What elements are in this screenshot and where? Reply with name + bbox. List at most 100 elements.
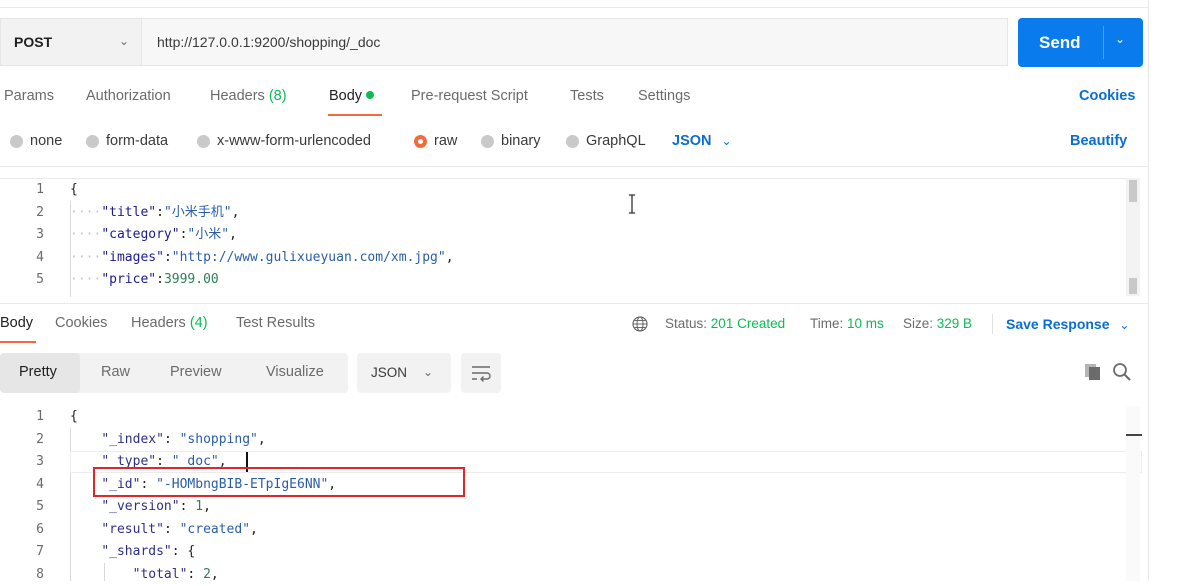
tab-tests[interactable]: Tests <box>570 88 604 104</box>
request-scrollbar[interactable] <box>1126 178 1140 296</box>
radio-none[interactable]: none <box>10 133 62 149</box>
code-line: "_version": 1, <box>70 496 336 519</box>
line-number: 2 <box>0 202 44 225</box>
url-input[interactable]: http://127.0.0.1:9200/shopping/_doc <box>142 18 1008 66</box>
response-tab-body[interactable]: Body <box>0 315 33 331</box>
wrap-lines-icon <box>461 353 501 393</box>
response-format-select[interactable]: JSON ⌄ <box>357 353 451 393</box>
globe-icon[interactable] <box>632 316 648 332</box>
response-divider <box>0 303 1148 304</box>
time-value: 10 ms <box>847 316 884 331</box>
radio-circle-icon <box>566 135 579 148</box>
json-key: "category" <box>101 227 179 242</box>
top-divider <box>0 7 1148 8</box>
section-divider <box>0 166 1148 167</box>
json-value: "created" <box>180 522 250 537</box>
copy-icon[interactable] <box>1083 362 1103 382</box>
response-format-label: JSON <box>371 365 407 380</box>
radio-graphql[interactable]: GraphQL <box>566 133 646 149</box>
json-punct: , <box>211 567 219 582</box>
response-tab-headers[interactable]: Headers (4) <box>131 315 208 331</box>
json-value: "shopping" <box>180 432 258 447</box>
tab-body[interactable]: Body <box>329 88 374 104</box>
code-line: ····"title":"小米手机", <box>70 202 454 225</box>
json-value: "小米手机" <box>164 205 232 220</box>
line-number: 7 <box>0 541 44 564</box>
line-number: 4 <box>0 474 44 497</box>
id-highlight-box <box>93 467 465 497</box>
response-active-tab-indicator <box>0 341 36 343</box>
method-select[interactable]: POST ⌄ <box>0 18 142 66</box>
line-number: 1 <box>0 179 44 202</box>
json-value: "http://www.gulixueyuan.com/xm.jpg" <box>172 250 446 265</box>
tab-params[interactable]: Params <box>4 88 54 104</box>
line-number: 3 <box>0 224 44 247</box>
view-preview[interactable]: Preview <box>170 364 222 380</box>
code-line: "_index": "shopping", <box>70 429 336 452</box>
brace: { <box>70 182 78 197</box>
send-options-chevron-icon[interactable]: ⌄ <box>1115 32 1125 46</box>
radio-raw-label: raw <box>434 133 457 149</box>
code-line: "result": "created", <box>70 519 336 542</box>
text-cursor-icon <box>627 194 637 214</box>
radio-urlencoded[interactable]: x-www-form-urlencoded <box>197 133 371 149</box>
response-tab-cookies[interactable]: Cookies <box>55 315 107 331</box>
json-value: 3999.00 <box>164 272 219 287</box>
response-tab-headers-label: Headers <box>131 315 186 331</box>
tab-settings[interactable]: Settings <box>638 88 690 104</box>
radio-urlencoded-label: x-www-form-urlencoded <box>217 133 371 149</box>
radio-form-data[interactable]: form-data <box>86 133 168 149</box>
tab-headers[interactable]: Headers (8) <box>210 88 287 104</box>
radio-binary[interactable]: binary <box>481 133 541 149</box>
line-number: 2 <box>0 429 44 452</box>
radio-binary-label: binary <box>501 133 541 149</box>
time-readout: Time: 10 ms <box>810 316 884 331</box>
size-value: 329 B <box>937 316 972 331</box>
view-raw[interactable]: Raw <box>101 364 130 380</box>
search-icon[interactable] <box>1112 362 1132 382</box>
chevron-down-icon: ⌄ <box>722 134 732 148</box>
response-scrollbar[interactable] <box>1126 406 1140 581</box>
radio-raw[interactable]: raw <box>414 133 457 149</box>
line-numbers: 1 2 3 4 5 <box>0 179 44 292</box>
url-text: http://127.0.0.1:9200/shopping/_doc <box>157 34 380 50</box>
code-line: ····"images":"http://www.gulixueyuan.com… <box>70 247 454 270</box>
chevron-down-icon: ⌄ <box>1119 318 1129 332</box>
response-tab-test-results[interactable]: Test Results <box>236 315 315 331</box>
json-punct: , <box>229 227 237 242</box>
tab-headers-label: Headers <box>210 88 265 104</box>
json-punct: , <box>258 432 266 447</box>
status-value: 201 Created <box>711 316 785 331</box>
request-body-editor[interactable]: 1 2 3 4 5 { ····"title":"小米手机", ····"cat… <box>0 178 1126 297</box>
chevron-down-icon: ⌄ <box>423 365 433 379</box>
wrap-lines-button[interactable] <box>461 353 501 393</box>
request-scroll-thumb[interactable] <box>1129 180 1137 202</box>
tab-prerequest-script[interactable]: Pre-request Script <box>411 88 528 104</box>
view-visualize[interactable]: Visualize <box>266 364 324 380</box>
radio-circle-icon <box>197 135 210 148</box>
brace: { <box>70 409 78 424</box>
json-punct: , <box>232 205 240 220</box>
json-key: "_index" <box>101 432 164 447</box>
line-number: 3 <box>0 451 44 474</box>
request-scroll-end <box>1129 278 1137 294</box>
view-pretty[interactable]: Pretty <box>19 364 57 380</box>
code-line: { <box>70 179 454 202</box>
response-scroll-marker <box>1126 434 1142 436</box>
send-divider <box>1103 26 1104 59</box>
line-number: 1 <box>0 406 44 429</box>
status-divider <box>992 314 993 334</box>
tab-authorization[interactable]: Authorization <box>86 88 171 104</box>
cookies-link[interactable]: Cookies <box>1079 88 1135 104</box>
line-number: 4 <box>0 247 44 270</box>
send-button[interactable]: Send ⌄ <box>1018 18 1143 67</box>
json-key: "_shards" <box>101 544 171 559</box>
radio-selected-icon <box>414 135 427 148</box>
status-readout: Status: 201 Created <box>665 316 785 331</box>
beautify-link[interactable]: Beautify <box>1070 133 1127 149</box>
code-line: "total": 2, <box>70 564 336 586</box>
save-response-button[interactable]: Save Response ⌄ <box>1006 316 1129 332</box>
size-label: Size: <box>903 316 933 331</box>
body-format-select[interactable]: JSON⌄ <box>672 133 732 149</box>
json-value: "小米" <box>187 227 229 242</box>
